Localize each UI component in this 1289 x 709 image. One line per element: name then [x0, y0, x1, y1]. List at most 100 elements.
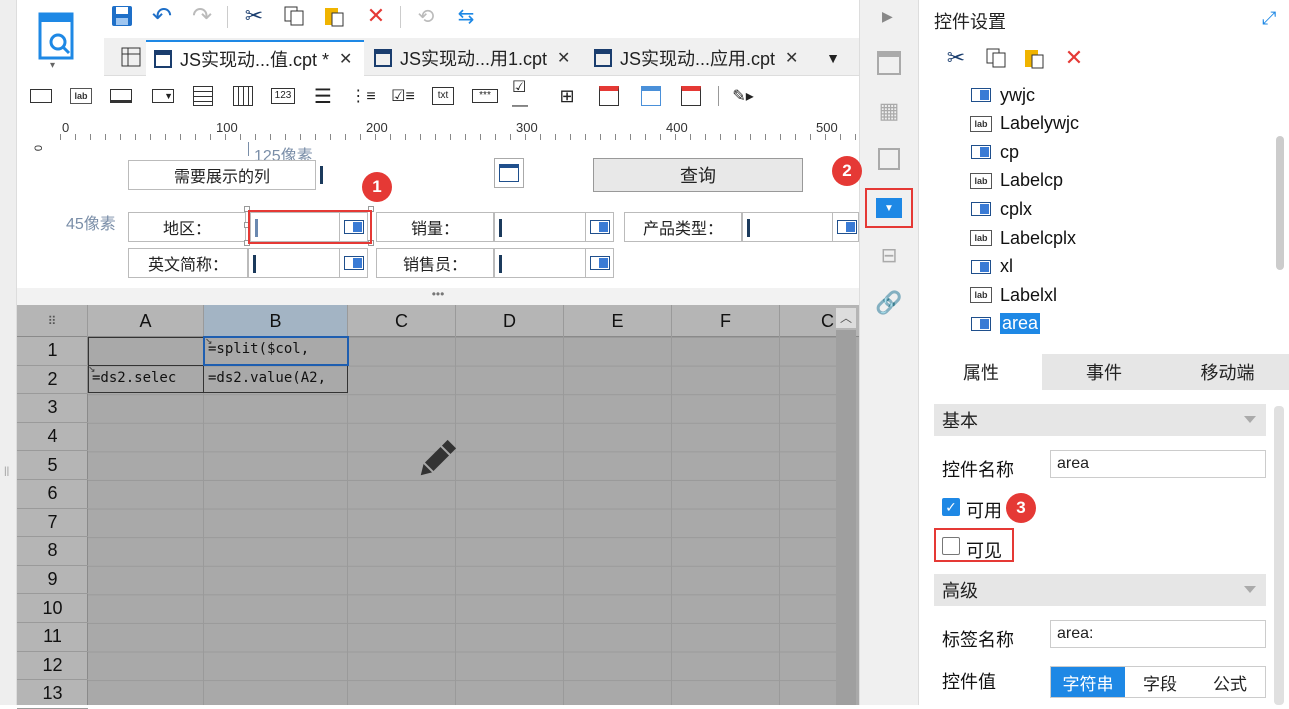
- layout-icon[interactable]: [872, 46, 906, 80]
- textfield-widget-icon[interactable]: [108, 84, 134, 108]
- row-header[interactable]: 9: [17, 566, 88, 595]
- tree-item-labelcp[interactable]: lab Labelcp: [970, 168, 1063, 194]
- columns-input[interactable]: [316, 160, 494, 190]
- cell-a2[interactable]: =ds2.selec: [92, 370, 202, 386]
- row-header[interactable]: 4: [17, 423, 88, 452]
- col-header-d[interactable]: D: [456, 305, 564, 337]
- template-preview-icon[interactable]: [34, 8, 78, 64]
- tab-1[interactable]: JS实现动...值.cpt * ✕: [146, 40, 364, 76]
- cut-icon[interactable]: ✂: [242, 3, 266, 28]
- section-basic[interactable]: 基本: [934, 404, 1266, 436]
- number-widget-icon[interactable]: 123: [270, 84, 296, 108]
- collapse-panel-icon[interactable]: ⤢: [1262, 8, 1276, 29]
- tab-2[interactable]: JS实现动...用1.cpt ✕: [366, 40, 586, 76]
- col-header-a[interactable]: A: [88, 305, 204, 337]
- listview-widget-icon[interactable]: [190, 84, 216, 108]
- copy-icon[interactable]: [984, 46, 1008, 70]
- lab-widget-icon[interactable]: lab: [68, 84, 94, 108]
- label-widget-icon[interactable]: [28, 84, 54, 108]
- link-icon[interactable]: 🔗: [872, 286, 906, 320]
- cell-b2[interactable]: =ds2.value(A2,: [208, 370, 346, 386]
- en-abbr-combobox[interactable]: [248, 248, 368, 278]
- value-type-string[interactable]: 字符串: [1051, 667, 1125, 697]
- visible-checkbox[interactable]: [942, 537, 960, 555]
- widget-info-icon[interactable]: ▦: [872, 94, 906, 128]
- more-widgets-icon[interactable]: ✎▸: [730, 84, 756, 108]
- datetime-widget-icon[interactable]: [678, 84, 704, 108]
- col-header-c[interactable]: C: [348, 305, 456, 337]
- new-template-icon[interactable]: [118, 44, 144, 70]
- undo-icon[interactable]: ↶: [150, 3, 174, 30]
- product-type-combobox[interactable]: [742, 212, 859, 242]
- row-header[interactable]: 8: [17, 537, 88, 566]
- txt-widget-icon[interactable]: txt: [430, 84, 456, 108]
- password-widget-icon[interactable]: ***: [472, 84, 498, 108]
- textarea-widget-icon[interactable]: ☰: [310, 84, 336, 108]
- label-product-type[interactable]: 产品类型：: [624, 212, 742, 242]
- tab-events[interactable]: 事件: [1042, 354, 1166, 390]
- tree-item-cp[interactable]: cp: [970, 139, 1019, 165]
- tree-item-area[interactable]: area: [970, 311, 1041, 337]
- value-type-segmented[interactable]: 字符串 字段 公式: [1050, 666, 1266, 698]
- tab-3[interactable]: JS实现动...应用.cpt ✕: [586, 40, 808, 76]
- props-scrollbar[interactable]: [1274, 406, 1284, 705]
- tree-item-labelcplx[interactable]: lab Labelcplx: [970, 225, 1076, 251]
- tree-scrollbar[interactable]: [1276, 136, 1284, 270]
- scroll-up-icon[interactable]: ︿: [836, 308, 856, 328]
- row-header[interactable]: 5: [17, 451, 88, 480]
- switch-icon[interactable]: ⇆: [454, 4, 478, 28]
- row-header[interactable]: 11: [17, 623, 88, 652]
- expand-right-icon[interactable]: ▶: [882, 8, 893, 25]
- date-range-widget-icon[interactable]: [638, 84, 664, 108]
- checkbox-group-icon[interactable]: ☑≡: [390, 84, 416, 108]
- cut-icon[interactable]: ✂: [944, 45, 968, 70]
- paste-icon[interactable]: [322, 4, 346, 28]
- tree-item-labelywjc[interactable]: lab Labelywjc: [970, 111, 1079, 137]
- col-header-g[interactable]: C: [780, 305, 834, 337]
- frame-icon[interactable]: [872, 142, 906, 176]
- tree-item-ywjc[interactable]: ywjc: [970, 82, 1035, 108]
- section-advanced[interactable]: 高级: [934, 574, 1266, 606]
- checkbox-widget-icon[interactable]: ☑—: [512, 79, 538, 114]
- widget-settings-icon[interactable]: ▼: [872, 191, 906, 225]
- delete-icon[interactable]: ✕: [364, 3, 388, 28]
- enabled-checkbox[interactable]: ✓: [942, 498, 960, 516]
- corner-cell[interactable]: ⠿: [17, 305, 88, 337]
- label-columns[interactable]: 需要展示的列: [128, 160, 316, 190]
- combobox-widget-icon[interactable]: ▼: [150, 84, 176, 108]
- date-widget-icon[interactable]: [596, 84, 622, 108]
- refresh-icon[interactable]: ⟲: [414, 4, 438, 28]
- copy-icon[interactable]: [282, 4, 306, 28]
- close-icon[interactable]: ✕: [339, 49, 352, 69]
- row-header[interactable]: 1: [17, 337, 88, 366]
- grid-widget-icon[interactable]: [230, 84, 256, 108]
- row-header[interactable]: 7: [17, 509, 88, 538]
- row-header[interactable]: 2: [17, 366, 88, 395]
- tab-list-icon[interactable]: ▼: [820, 46, 846, 70]
- tag-name-input[interactable]: area:: [1050, 620, 1266, 648]
- tree-item-xl[interactable]: xl: [970, 254, 1013, 280]
- close-icon[interactable]: ✕: [785, 48, 798, 68]
- delete-icon[interactable]: ✕: [1062, 45, 1086, 70]
- mobile-icon[interactable]: ⊟: [872, 238, 906, 272]
- cell-b1[interactable]: =split($col,: [208, 341, 346, 357]
- redo-icon[interactable]: ↷: [190, 3, 214, 30]
- tree-combo-icon[interactable]: [494, 158, 524, 188]
- save-icon[interactable]: [110, 4, 134, 28]
- value-type-formula[interactable]: 公式: [1195, 667, 1265, 697]
- row-header[interactable]: 3: [17, 394, 88, 423]
- tree-item-labelxl[interactable]: lab Labelxl: [970, 282, 1057, 308]
- tree-widget-icon[interactable]: ⊞: [554, 84, 580, 108]
- paste-icon[interactable]: [1022, 46, 1046, 70]
- row-header[interactable]: 10: [17, 594, 88, 623]
- query-button[interactable]: 查询: [593, 158, 803, 192]
- side-drag-handle[interactable]: [0, 0, 17, 705]
- tab-properties[interactable]: 属性: [920, 354, 1042, 390]
- label-sales[interactable]: 销量：: [376, 212, 494, 242]
- radio-group-icon[interactable]: ⋮≡: [350, 84, 376, 108]
- label-area[interactable]: 地区：: [128, 212, 246, 242]
- col-header-e[interactable]: E: [564, 305, 672, 337]
- widget-name-input[interactable]: area: [1050, 450, 1266, 478]
- close-icon[interactable]: ✕: [557, 48, 570, 68]
- row-header[interactable]: 12: [17, 652, 88, 681]
